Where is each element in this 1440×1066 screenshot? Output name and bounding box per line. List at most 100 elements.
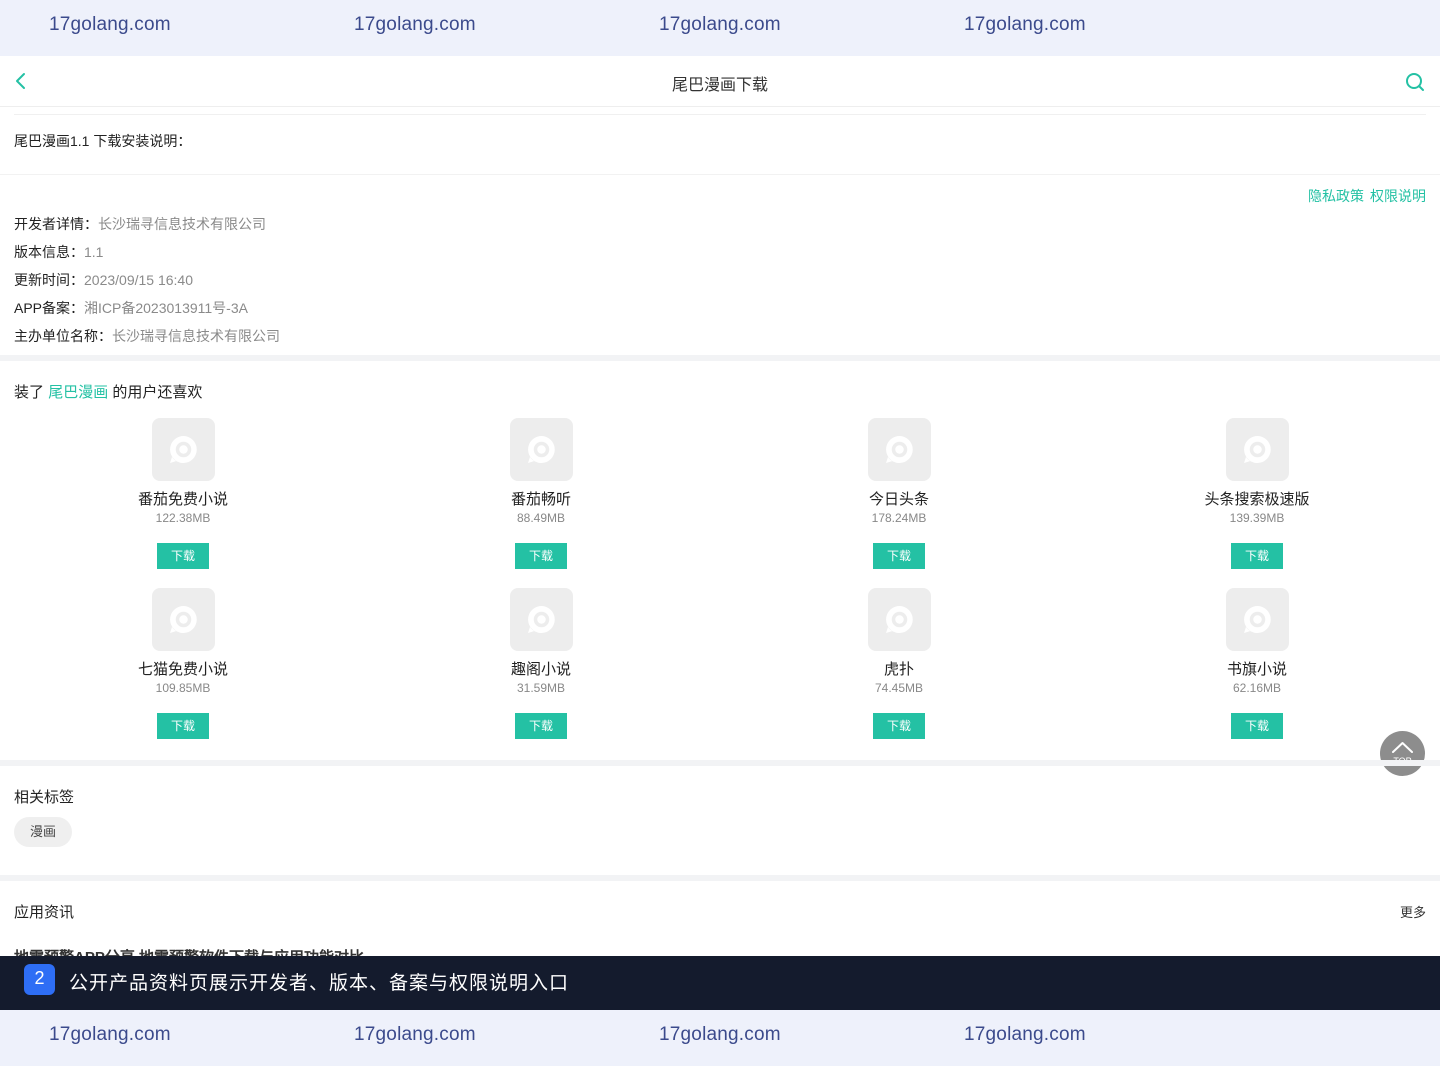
- info-value: 长沙瑞寻信息技术有限公司: [98, 216, 266, 232]
- app-icon: [151, 588, 215, 651]
- info-value: 长沙瑞寻信息技术有限公司: [112, 328, 280, 344]
- watermark-bar-top: 17golang.com 17golang.com 17golang.com 1…: [0, 0, 1440, 56]
- app-placeholder-icon: [527, 436, 555, 463]
- app-card[interactable]: 头条搜索极速版 139.39MB 下载: [1157, 418, 1357, 569]
- info-label: 主办单位名称：: [14, 328, 112, 344]
- info-label: APP备案：: [14, 300, 85, 316]
- watermark-text: 17golang.com: [354, 14, 476, 35]
- news-item-title: 地震预警APP分享 地震预警软件下载与应用功能对比: [14, 947, 814, 956]
- policy-links: 隐私政策 权限说明: [1302, 186, 1426, 206]
- watermark-text: 17golang.com: [659, 1024, 781, 1045]
- app-placeholder-icon: [1243, 606, 1271, 633]
- app-card[interactable]: 今日头条 178.24MB 下载: [799, 418, 999, 569]
- download-button[interactable]: 下载: [873, 543, 925, 569]
- app-placeholder-icon: [169, 606, 197, 633]
- recommend-suffix: 的用户还喜欢: [112, 384, 203, 401]
- watermark-bar-bottom: 17golang.com 17golang.com 17golang.com 1…: [0, 1010, 1440, 1066]
- app-size: 178.24MB: [871, 511, 927, 525]
- info-label: 更新时间：: [14, 272, 84, 288]
- app-placeholder-icon: [527, 606, 555, 633]
- info-value: 湘ICP备2023013911号-3A: [84, 300, 248, 316]
- app-size: 74.45MB: [874, 681, 924, 695]
- app-name: 今日头条: [868, 491, 929, 508]
- info-version: 版本信息：1.1: [14, 242, 103, 262]
- app-icon: [509, 418, 573, 481]
- info-developer: 开发者详情：长沙瑞寻信息技术有限公司: [14, 214, 266, 234]
- recommend-prefix: 装了: [14, 384, 45, 401]
- watermark-text: 17golang.com: [964, 14, 1086, 35]
- search-button[interactable]: [1404, 71, 1426, 93]
- section-separator: [0, 875, 1440, 881]
- app-size: 139.39MB: [1229, 511, 1285, 525]
- info-organizer: 主办单位名称：长沙瑞寻信息技术有限公司: [14, 326, 280, 346]
- app-name: 虎扑: [883, 661, 914, 678]
- app-name: 番茄免费小说: [137, 491, 228, 508]
- divider: [14, 114, 1426, 115]
- watermark-text: 17golang.com: [659, 14, 781, 35]
- app-placeholder-icon: [169, 436, 197, 463]
- app-placeholder-icon: [885, 436, 913, 463]
- back-to-top-button[interactable]: TOP: [1380, 731, 1425, 776]
- app-card[interactable]: 虎扑 74.45MB 下载: [799, 588, 999, 739]
- tags-title: 相关标签: [14, 789, 75, 806]
- page-header: 尾巴漫画下载: [0, 56, 1440, 107]
- divider: [0, 174, 1440, 175]
- info-label: 版本信息：: [14, 244, 84, 260]
- watermark-text: 17golang.com: [354, 1024, 476, 1045]
- app-icon: [151, 418, 215, 481]
- download-button[interactable]: 下载: [515, 713, 567, 739]
- app-size: 31.59MB: [516, 681, 566, 695]
- caption-text: 公开产品资料页展示开发者、版本、备案与权限说明入口: [69, 973, 570, 994]
- search-icon: [1406, 73, 1424, 91]
- app-size: 88.49MB: [516, 511, 566, 525]
- watermark-text: 17golang.com: [49, 14, 171, 35]
- app-icon: [867, 418, 931, 481]
- app-icon: [1225, 418, 1289, 481]
- section-separator: [0, 355, 1440, 361]
- info-value: 1.1: [84, 244, 104, 260]
- tag-item[interactable]: 漫画: [14, 817, 73, 847]
- app-placeholder-icon: [1243, 436, 1271, 463]
- permissions-link[interactable]: 权限说明: [1370, 188, 1426, 204]
- watermark-text: 17golang.com: [964, 1024, 1086, 1045]
- app-name: 书旗小说: [1226, 661, 1287, 678]
- app-card[interactable]: 番茄畅听 88.49MB 下载: [441, 418, 641, 569]
- app-name: 番茄畅听: [510, 491, 571, 508]
- chevron-up-icon: [1392, 742, 1413, 753]
- info-icp: APP备案：湘ICP备2023013911号-3A: [14, 298, 248, 318]
- news-more-link[interactable]: 更多: [1400, 902, 1426, 921]
- download-button[interactable]: 下载: [157, 543, 209, 569]
- download-button[interactable]: 下载: [1231, 713, 1283, 739]
- page-title: 尾巴漫画下载: [671, 77, 768, 94]
- app-card[interactable]: 趣阁小说 31.59MB 下载: [441, 588, 641, 739]
- app-icon: [867, 588, 931, 651]
- info-value: 2023/09/15 16:40: [84, 272, 193, 288]
- app-card[interactable]: 七猫免费小说 109.85MB 下载: [83, 588, 283, 739]
- caption-number-badge: 2: [24, 964, 55, 995]
- download-button[interactable]: 下载: [515, 543, 567, 569]
- app-icon: [1225, 588, 1289, 651]
- app-name: 头条搜索极速版: [1204, 491, 1310, 508]
- section-separator: [0, 760, 1440, 766]
- app-size: 122.38MB: [155, 511, 211, 525]
- recommend-title: 装了 尾巴漫画 的用户还喜欢: [14, 381, 202, 402]
- app-icon: [509, 588, 573, 651]
- app-name: 七猫免费小说: [137, 661, 228, 678]
- app-size: 62.16MB: [1232, 681, 1282, 695]
- caption-bar: 2 公开产品资料页展示开发者、版本、备案与权限说明入口: [0, 956, 1440, 1010]
- info-updated: 更新时间：2023/09/15 16:40: [14, 270, 193, 290]
- app-card[interactable]: 书旗小说 62.16MB 下载: [1157, 588, 1357, 739]
- download-button[interactable]: 下载: [873, 713, 925, 739]
- app-card[interactable]: 番茄免费小说 122.38MB 下载: [83, 418, 283, 569]
- watermark-text: 17golang.com: [49, 1024, 171, 1045]
- info-label: 开发者详情：: [14, 216, 98, 232]
- download-button[interactable]: 下载: [157, 713, 209, 739]
- news-item[interactable]: 地震预警APP分享 地震预警软件下载与应用功能对比: [14, 945, 814, 956]
- privacy-policy-link[interactable]: 隐私政策: [1308, 188, 1364, 204]
- app-name: 趣阁小说: [510, 661, 571, 678]
- app-placeholder-icon: [885, 606, 913, 633]
- install-description-title: 尾巴漫画1.1 下载安装说明：: [14, 133, 192, 149]
- app-size: 109.85MB: [155, 681, 211, 695]
- download-button[interactable]: 下载: [1231, 543, 1283, 569]
- recommend-app-link[interactable]: 尾巴漫画: [48, 384, 108, 401]
